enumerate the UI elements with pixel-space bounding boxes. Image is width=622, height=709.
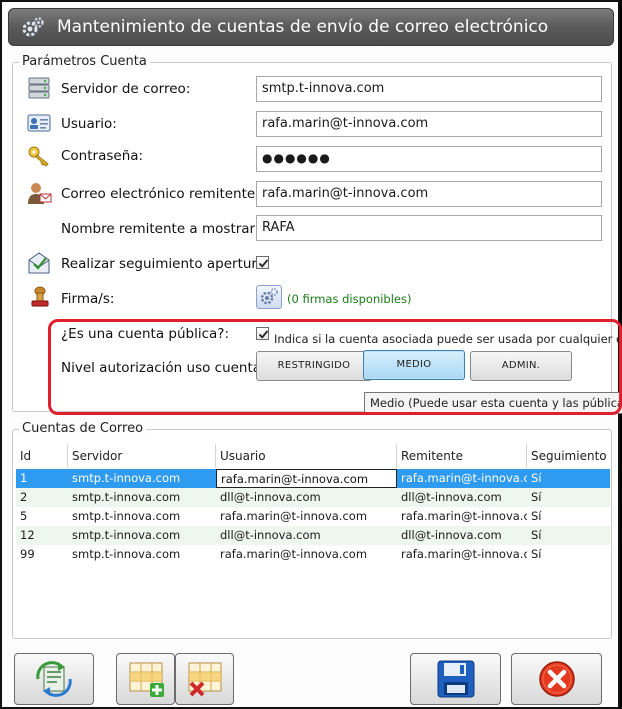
table-row[interactable]: 1 smtp.t-innova.com rafa.marin@t-innova.… [16,469,610,488]
cell-user: dll@t-innova.com [220,490,321,504]
cell-id: 99 [20,547,35,561]
title-bar: Mantenimiento de cuentas de envío de cor… [8,8,614,46]
cell-user: rafa.marin@t-innova.com [220,547,368,561]
refresh-button[interactable] [14,653,94,705]
cell-sender: dll@t-innova.com [401,490,502,504]
gears-icon [21,16,45,40]
cell-id: 12 [20,528,35,542]
window-title: Mantenimiento de cuentas de envío de cor… [57,17,549,37]
cell-id: 2 [20,490,28,504]
account-params-title: Parámetros Cuenta [19,54,150,69]
signature-label: Firma/s: [61,291,115,307]
cell-user: dll@t-innova.com [220,528,321,542]
tracking-mail-icon [26,250,52,276]
server-label: Servidor de correo: [61,81,191,97]
column-header-server[interactable]: Servidor [68,444,216,468]
add-row-icon [129,662,164,697]
user-label: Usuario: [61,116,117,132]
column-header-sender[interactable]: Remitente [397,444,527,468]
table-row[interactable]: 5 smtp.t-innova.com rafa.marin@t-innova.… [16,507,610,526]
cell-user: rafa.marin@t-innova.com [216,469,397,488]
user-input[interactable]: rafa.marin@t-innova.com [256,111,602,137]
cell-sender: rafa.marin@t-innova.co [401,471,527,485]
delete-row-icon [188,662,221,697]
server-input[interactable]: smtp.t-innova.com [256,76,602,102]
delete-row-button[interactable] [175,653,234,705]
key-icon [26,143,52,169]
column-header-id[interactable]: Id [16,444,68,468]
cell-sender: dll@t-innova.com [401,528,502,542]
save-icon [437,660,474,698]
cell-id: 5 [20,509,28,523]
stamp-icon [26,284,52,310]
accounts-table: Id Servidor Usuario Remitente Seguimient… [16,444,610,634]
add-row-button[interactable] [116,653,175,705]
cell-tracking: Sí [531,528,542,542]
column-header-user[interactable]: Usuario [216,444,397,468]
column-header-tracking[interactable]: Seguimiento [527,444,610,468]
tracking-checkbox[interactable] [256,256,269,269]
accounts-group-title: Cuentas de Correo [19,421,147,436]
cell-server: smtp.t-innova.com [72,547,181,561]
table-row[interactable]: 99 smtp.t-innova.com rafa.marin@t-innova… [16,545,610,564]
cell-server: smtp.t-innova.com [72,509,181,523]
password-input[interactable]: ●●●●●● [256,146,602,172]
user-card-icon [26,110,52,136]
sender-email-input[interactable]: rafa.marin@t-innova.com [256,181,602,207]
cell-id: 1 [20,471,28,485]
table-row[interactable]: 2 smtp.t-innova.com dll@t-innova.com dll… [16,488,610,507]
cell-tracking: Sí [531,471,542,485]
highlight-annotation [48,319,622,415]
signature-settings-button[interactable] [256,285,282,309]
refresh-icon [36,661,72,697]
sender-name-input[interactable]: RAFA [256,215,602,241]
cell-server: smtp.t-innova.com [72,471,181,485]
signature-count-text: (0 firmas disponibles) [287,292,412,306]
sender-person-icon [26,180,52,206]
close-button[interactable] [511,653,602,705]
cell-tracking: Sí [531,490,542,504]
cell-tracking: Sí [531,547,542,561]
cell-server: smtp.t-innova.com [72,490,181,504]
close-icon [538,661,575,697]
save-button[interactable] [410,653,501,705]
sender-name-label: Nombre remitente a mostrar: [61,221,260,237]
cell-user: rafa.marin@t-innova.com [220,509,368,523]
cell-server: smtp.t-innova.com [72,528,181,542]
cell-sender: rafa.marin@t-innova.co [401,547,527,561]
sender-email-label: Correo electrónico remitente: [61,186,260,202]
server-icon [26,75,52,101]
tracking-label: Realizar seguimiento apertura: [61,256,270,272]
cell-tracking: Sí [531,509,542,523]
cell-sender: rafa.marin@t-innova.co [401,509,527,523]
table-row[interactable]: 12 smtp.t-innova.com dll@t-innova.com dl… [16,526,610,545]
app-window: Mantenimiento de cuentas de envío de cor… [0,0,622,709]
password-label: Contraseña: [61,148,144,164]
